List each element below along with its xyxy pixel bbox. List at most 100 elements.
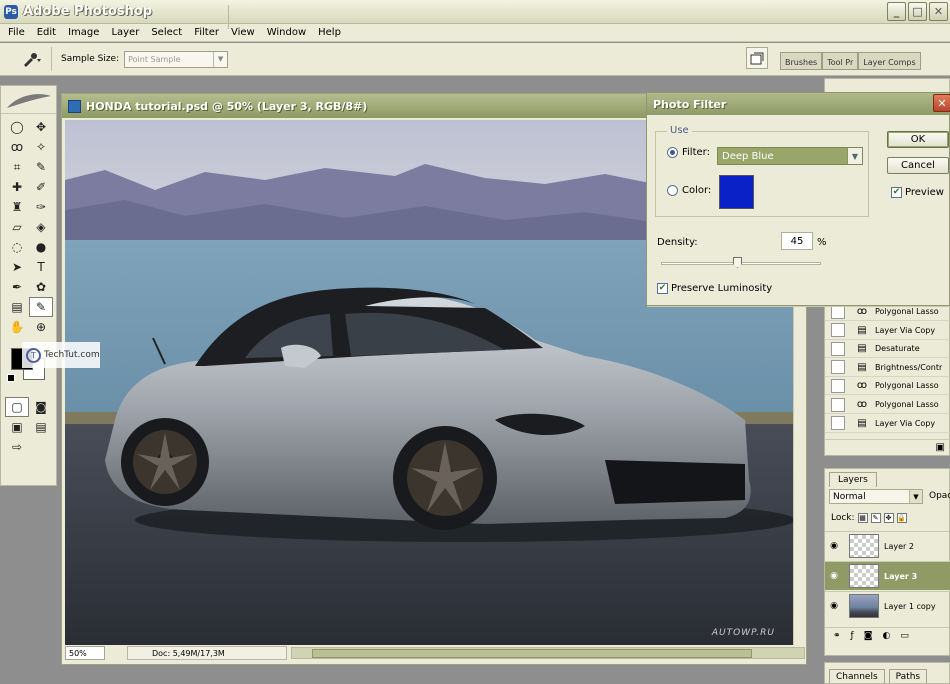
menu-filter[interactable]: Filter xyxy=(188,27,225,38)
brush-tool-icon[interactable]: ✐ xyxy=(29,177,53,197)
close-button[interactable]: ✕ xyxy=(929,2,948,21)
scroll-thumb[interactable] xyxy=(312,649,752,658)
clone-stamp-tool-icon[interactable]: ♜ xyxy=(5,197,29,217)
pen-tool-icon[interactable]: ✒ xyxy=(5,277,29,297)
color-swatch[interactable] xyxy=(719,175,754,209)
history-snapshot-box[interactable] xyxy=(831,397,845,412)
history-snapshot-box[interactable] xyxy=(831,416,845,431)
link-icon[interactable]: ⚭ xyxy=(833,631,841,641)
path-selection-tool-icon[interactable]: ➤ xyxy=(5,257,29,277)
preview-checkbox[interactable]: ✔ xyxy=(891,187,902,198)
eye-icon[interactable]: ◉ xyxy=(825,541,843,551)
jump-to-imageready-icon[interactable]: ⇨ xyxy=(5,437,29,457)
history-item[interactable]: ▤ Desaturate xyxy=(825,340,950,359)
paint-bucket-tool-icon[interactable]: ◈ xyxy=(29,217,53,237)
paths-tab[interactable]: Paths xyxy=(888,669,928,683)
menu-layer[interactable]: Layer xyxy=(105,27,145,38)
minimize-button[interactable]: _ xyxy=(887,2,906,21)
healing-brush-tool-icon[interactable]: ✚ xyxy=(5,177,29,197)
sample-size-select[interactable]: Point Sample ▼ xyxy=(124,50,229,68)
history-item[interactable]: ꝏ Polygonal Lasso xyxy=(825,377,950,396)
zoom-field[interactable]: 50% xyxy=(65,646,105,660)
notes-tool-icon[interactable]: ▤ xyxy=(5,297,29,317)
preserve-luminosity-checkbox[interactable]: ✔ xyxy=(657,283,668,294)
filter-select[interactable]: Deep Blue ▼ xyxy=(717,147,863,165)
horizontal-scrollbar[interactable] xyxy=(291,647,805,659)
delete-state-icon[interactable]: ▣ xyxy=(936,442,945,453)
menu-edit[interactable]: Edit xyxy=(31,27,62,38)
lasso-tool-icon[interactable]: ꝏ xyxy=(5,137,29,157)
file-browser-button[interactable] xyxy=(746,47,768,69)
custom-shape-tool-icon[interactable]: ✿ xyxy=(29,277,53,297)
move-tool-icon[interactable]: ✥ xyxy=(29,117,53,137)
hand-tool-icon[interactable]: ✋ xyxy=(5,317,29,337)
crop-tool-icon[interactable]: ⌗ xyxy=(5,157,29,177)
blur-tool-icon[interactable]: ◌ xyxy=(5,237,29,257)
lock-all-icon[interactable]: 🔒 xyxy=(896,513,907,523)
dodge-tool-icon[interactable]: ● xyxy=(29,237,53,257)
eye-icon[interactable]: ◉ xyxy=(825,601,843,611)
menu-select[interactable]: Select xyxy=(145,27,188,38)
type-tool-icon[interactable]: T xyxy=(29,257,53,277)
filter-radio[interactable] xyxy=(667,147,678,158)
history-item[interactable]: ▤ Layer Via Copy xyxy=(825,415,950,433)
elliptical-marquee-tool-icon[interactable]: ◯ xyxy=(5,117,29,137)
menu-view[interactable]: View xyxy=(225,27,261,38)
history-snapshot-box[interactable] xyxy=(831,341,845,356)
history-item[interactable]: ▤ Layer Via Copy xyxy=(825,322,950,340)
dialog-close-button[interactable]: ✕ xyxy=(933,94,950,112)
default-colors-icon[interactable] xyxy=(7,374,15,382)
lock-position-icon[interactable]: ✥ xyxy=(883,513,894,523)
palette-tab-layer-comps[interactable]: Layer Comps xyxy=(858,52,921,70)
history-snapshot-box[interactable] xyxy=(831,378,845,393)
filter-radio-row[interactable]: Filter: xyxy=(667,147,710,158)
palette-tab-tool-presets[interactable]: Tool Pr xyxy=(822,52,859,70)
history-brush-tool-icon[interactable]: ✑ xyxy=(29,197,53,217)
adjustment-layer-icon[interactable]: ◐ xyxy=(882,631,890,641)
layers-tab[interactable]: Layers xyxy=(829,472,877,487)
lock-transparency-icon[interactable]: ▦ xyxy=(857,513,868,523)
standard-mode-icon[interactable]: ▢ xyxy=(5,397,29,417)
layer-mask-icon[interactable]: ◙ xyxy=(864,631,873,641)
menu-help[interactable]: Help xyxy=(312,27,347,38)
layer-row[interactable]: ◉ Layer 1 copy xyxy=(825,591,950,620)
maximize-button[interactable]: □ xyxy=(908,2,927,21)
history-step-icon: ꝏ xyxy=(856,380,868,392)
layer-row[interactable]: ◉ Layer 2 xyxy=(825,531,950,560)
history-snapshot-box[interactable] xyxy=(831,304,845,319)
preview-checkbox-row[interactable]: ✔ Preview xyxy=(891,187,944,198)
layer-row[interactable]: ◉ Layer 3 xyxy=(825,561,950,590)
density-slider-thumb[interactable] xyxy=(733,257,742,268)
density-input[interactable]: 45 xyxy=(781,232,813,250)
channels-tab[interactable]: Channels xyxy=(829,669,885,683)
new-group-icon[interactable]: ▭ xyxy=(900,631,909,641)
slice-tool-icon[interactable]: ✎ xyxy=(29,157,53,177)
preserve-luminosity-row[interactable]: ✔ Preserve Luminosity xyxy=(657,283,772,294)
feather-logo[interactable] xyxy=(1,86,56,114)
menu-file[interactable]: File xyxy=(2,27,31,38)
history-snapshot-box[interactable] xyxy=(831,360,845,375)
eyedropper-tool-icon[interactable]: ✎ xyxy=(29,297,53,317)
ok-button[interactable]: OK xyxy=(887,131,949,148)
menu-image[interactable]: Image xyxy=(62,27,105,38)
eraser-tool-icon[interactable]: ▱ xyxy=(5,217,29,237)
zoom-tool-icon[interactable]: ⊕ xyxy=(29,317,53,337)
history-item[interactable]: ▤ Brightness/Contr xyxy=(825,359,950,377)
full-screen-mode-icon[interactable]: ▤ xyxy=(29,417,53,437)
tool-preset-picker[interactable] xyxy=(10,47,52,71)
cancel-button[interactable]: Cancel xyxy=(887,157,949,174)
layer-style-icon[interactable]: ƒ xyxy=(851,631,854,641)
history-snapshot-box[interactable] xyxy=(831,323,845,338)
color-radio[interactable] xyxy=(667,185,678,196)
menu-window[interactable]: Window xyxy=(261,27,312,38)
color-radio-row[interactable]: Color: xyxy=(667,185,711,196)
blend-mode-select[interactable]: Normal ▼ xyxy=(829,489,923,504)
eye-icon[interactable]: ◉ xyxy=(825,571,843,581)
palette-tab-brushes[interactable]: Brushes xyxy=(780,52,823,70)
doc-size-info[interactable]: Doc: 5,49M/17,3M xyxy=(127,646,287,660)
standard-screen-mode-icon[interactable]: ▣ xyxy=(5,417,29,437)
quick-mask-mode-icon[interactable]: ◙ xyxy=(29,397,53,417)
magic-wand-tool-icon[interactable]: ✧ xyxy=(29,137,53,157)
history-item[interactable]: ꝏ Polygonal Lasso xyxy=(825,396,950,414)
lock-image-icon[interactable]: ✎ xyxy=(870,513,881,523)
